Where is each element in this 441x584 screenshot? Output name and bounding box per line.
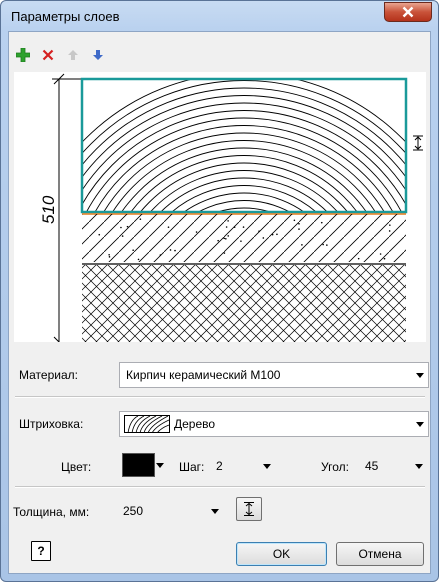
material-dropdown[interactable]: Кирпич керамический М100 [119, 362, 429, 388]
dimension-label: 510 [39, 195, 58, 224]
chevron-down-icon [412, 363, 428, 387]
help-icon: ? [37, 544, 45, 558]
thickness-value: 250 [123, 504, 144, 518]
help-button[interactable]: ? [31, 541, 51, 561]
layers-drawing[interactable]: 510 [14, 72, 426, 348]
thickness-dropdown[interactable]: 250 [119, 499, 223, 523]
close-button[interactable] [384, 2, 432, 22]
delete-icon[interactable] [40, 47, 56, 63]
thickness-label: Толщина, мм: [13, 505, 90, 519]
dialog-window: Параметры слоев 510 Материал: Кирпич кер… [0, 0, 439, 582]
chevron-down-icon [207, 499, 223, 523]
step-label: Шаг: [179, 460, 205, 474]
window-title: Параметры слоев [11, 9, 120, 24]
separator [15, 486, 425, 488]
chevron-down-icon [259, 454, 275, 478]
hatch-label: Штриховка: [19, 417, 84, 431]
material-value: Кирпич керамический М100 [126, 368, 281, 382]
close-icon [402, 6, 414, 18]
angle-label: Угол: [321, 460, 349, 474]
chevron-down-icon [411, 454, 427, 478]
dialog-body: 510 Материал: Кирпич керамический М100 Ш… [8, 31, 431, 574]
hatch-value: Дерево [174, 417, 216, 431]
layers-preview[interactable]: 510 [14, 72, 426, 348]
thickness-handle-icon[interactable] [413, 135, 423, 151]
step-dropdown[interactable]: 2 [210, 454, 275, 478]
wood-hatch-icon [124, 415, 170, 433]
chevron-down-icon [155, 452, 166, 478]
move-up-icon[interactable] [65, 47, 81, 63]
title-bar[interactable]: Параметры слоев [1, 1, 438, 31]
step-value: 2 [216, 459, 223, 473]
selected-layer-border [80, 77, 408, 214]
angle-dropdown[interactable]: 45 [361, 454, 427, 478]
chevron-down-icon [412, 412, 428, 436]
ok-button[interactable]: OK [236, 542, 327, 566]
color-swatch [122, 453, 155, 477]
layer-insulation[interactable] [82, 265, 406, 342]
layer-toolbar [15, 46, 106, 64]
resize-vertical-icon [244, 502, 254, 516]
cancel-button[interactable]: Отмена [336, 542, 424, 566]
angle-value: 45 [365, 459, 379, 473]
add-icon[interactable] [15, 47, 31, 63]
material-label: Материал: [19, 368, 78, 382]
hatch-dropdown[interactable]: Дерево [119, 411, 429, 437]
separator [15, 396, 425, 398]
color-picker[interactable] [122, 452, 166, 478]
color-label: Цвет: [61, 460, 92, 474]
move-down-icon[interactable] [90, 47, 106, 63]
thickness-fit-button[interactable] [236, 497, 262, 521]
layer-plaster[interactable] [82, 214, 406, 262]
